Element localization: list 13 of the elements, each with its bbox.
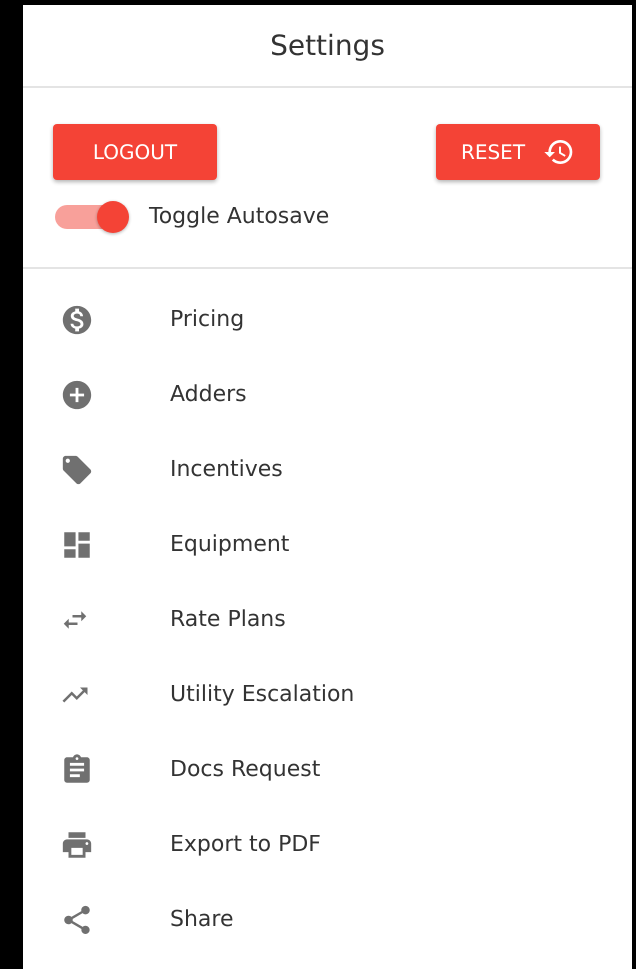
menu-item[interactable]: Incentives <box>23 432 632 507</box>
reset-button[interactable]: RESET <box>436 124 600 180</box>
menu-item[interactable]: Share <box>23 882 632 957</box>
menu-item[interactable]: Pricing <box>23 282 632 357</box>
menu-item[interactable]: Rate Plans <box>23 582 632 657</box>
panel-title: Settings <box>270 29 385 62</box>
logout-button[interactable]: LOGOUT <box>53 124 217 180</box>
menu-item[interactable]: Adders <box>23 357 632 432</box>
menu-item[interactable]: Utility Escalation <box>23 657 632 732</box>
menu-item[interactable]: Export to PDF <box>23 807 632 882</box>
menu-item[interactable]: Docs Request <box>23 732 632 807</box>
switch-label: Toggle Autosave <box>149 204 330 229</box>
menu-item[interactable]: Equipment <box>23 507 632 582</box>
